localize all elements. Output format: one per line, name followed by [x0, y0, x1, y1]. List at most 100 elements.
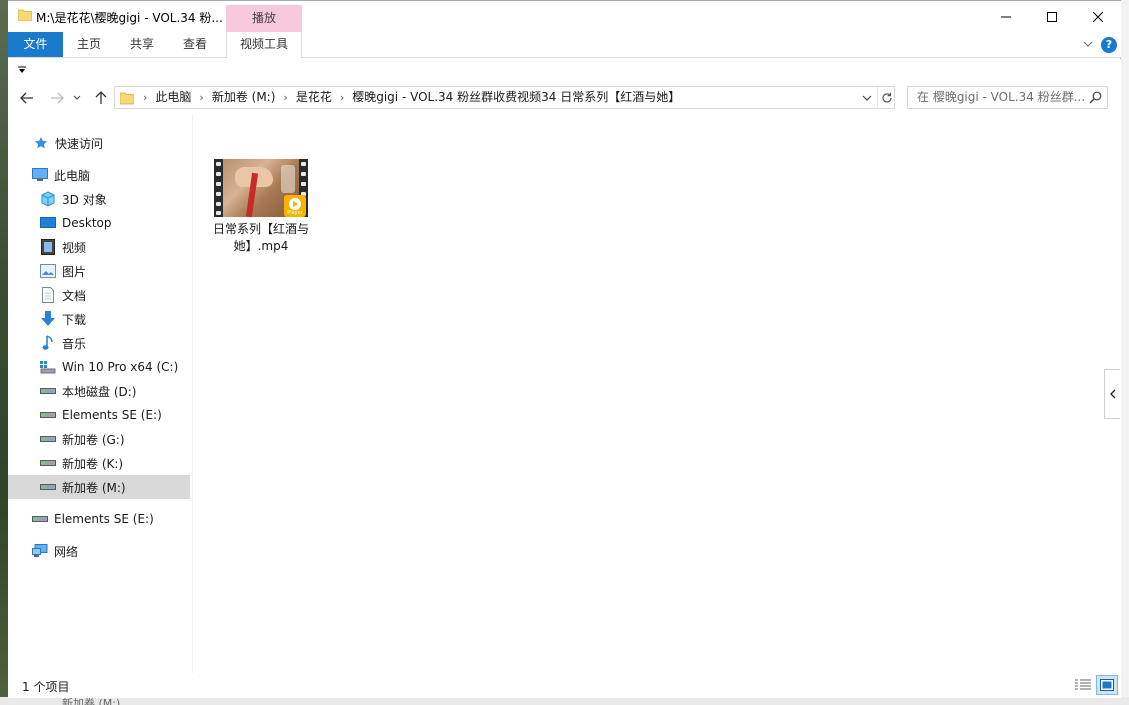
breadcrumb-separator[interactable]: ›: [340, 87, 344, 108]
recent-locations-button[interactable]: [71, 89, 83, 107]
music-icon: [40, 335, 56, 351]
sidebar-item-label: 新加卷 (K:): [62, 456, 124, 471]
drive-icon: [40, 383, 56, 399]
breadcrumb-separator[interactable]: ›: [199, 87, 203, 108]
sidebar-item-label: Elements SE (E:): [62, 408, 162, 422]
file-item-video[interactable]: Player 日常系列【红酒与她】.mp4: [211, 157, 311, 257]
search-box[interactable]: 在 樱晚gigi - VOL.34 粉丝群...: [907, 86, 1108, 109]
search-icon[interactable]: [1089, 91, 1102, 104]
drive-icon: [40, 479, 56, 495]
sidebar-item-label: 视频: [62, 240, 87, 255]
file-name: 日常系列【红酒与她】.mp4: [212, 222, 309, 253]
tab-view[interactable]: 查看: [172, 32, 218, 57]
sidebar-item-this-pc[interactable]: 此电脑: [8, 163, 190, 187]
close-button[interactable]: [1075, 1, 1121, 32]
file-list-view[interactable]: Player 日常系列【红酒与她】.mp4: [193, 115, 1121, 673]
sidebar-item-label: Desktop: [62, 216, 112, 230]
navigation-bar: › 此电脑 › 新加卷 (M:) › 是花花 › 樱晚gigi - VOL.34…: [8, 81, 1121, 115]
large-icons-view-button[interactable]: [1096, 675, 1118, 695]
item-count: 1 个项目: [22, 680, 70, 694]
address-history-button[interactable]: [859, 87, 875, 108]
network-icon: [32, 543, 48, 559]
tab-home[interactable]: 主页: [66, 32, 112, 57]
sidebar-item-pictures[interactable]: 图片: [8, 259, 190, 283]
desktop-taskbar-remnant: 新加卷 (M:): [0, 697, 1129, 705]
sidebar-item-documents[interactable]: 文档: [8, 283, 190, 307]
explorer-window: M:\是花花\樱晚gigi - VOL.34 粉... 播放 文件 主页 共享 …: [8, 0, 1121, 698]
quick-access-toolbar: [8, 59, 1121, 81]
up-button[interactable]: [91, 89, 111, 107]
close-icon: [1093, 11, 1103, 22]
sidebar-item-3d-objects[interactable]: 3D 对象: [8, 187, 190, 211]
star-icon: [33, 135, 49, 151]
back-button[interactable]: [17, 89, 37, 107]
forward-button[interactable]: [47, 89, 67, 107]
arrow-left-icon: [20, 92, 33, 104]
maximize-button[interactable]: [1029, 1, 1075, 32]
sidebar-item-videos[interactable]: 视频: [8, 235, 190, 259]
sidebar-item-external-drive-e[interactable]: Elements SE (E:): [8, 507, 190, 531]
sidebar-item-drive-c[interactable]: Win 10 Pro x64 (C:): [8, 355, 190, 379]
tab-video-tools[interactable]: 视频工具: [226, 32, 302, 58]
ribbon-tabs: 文件 主页 共享 查看 视频工具 ?: [8, 32, 1121, 58]
refresh-button[interactable]: [877, 87, 895, 108]
pictures-icon: [40, 263, 56, 279]
sidebar-item-label: 快速访问: [55, 136, 104, 151]
customize-toolbar-icon[interactable]: [18, 66, 26, 74]
sidebar-item-drive-e[interactable]: Elements SE (E:): [8, 403, 190, 427]
sidebar-item-label: 新加卷 (M:): [62, 480, 126, 495]
search-input[interactable]: 在 樱晚gigi - VOL.34 粉丝群...: [917, 87, 1087, 108]
expand-ribbon-icon[interactable]: [1082, 38, 1094, 50]
sidebar-item-downloads[interactable]: 下载: [8, 307, 190, 331]
breadcrumb-folder-current[interactable]: 樱晚gigi - VOL.34 粉丝群收费视频34 日常系列【红酒与她】: [352, 87, 680, 108]
sidebar-item-desktop[interactable]: Desktop: [8, 211, 190, 235]
preview-pane-toggle[interactable]: [1104, 369, 1120, 419]
drive-icon: [40, 455, 56, 471]
sidebar-item-drive-k[interactable]: 新加卷 (K:): [8, 451, 190, 475]
breadcrumb-folder-parent[interactable]: 是花花: [296, 87, 332, 108]
sidebar-item-drive-m[interactable]: 新加卷 (M:): [8, 475, 190, 499]
tab-file[interactable]: 文件: [8, 32, 63, 57]
drive-icon: [32, 511, 48, 527]
film-strip-left: [214, 159, 223, 217]
arrow-right-icon: [51, 92, 64, 104]
address-bar[interactable]: › 此电脑 › 新加卷 (M:) › 是花花 › 樱晚gigi - VOL.34…: [114, 86, 895, 109]
title-bar[interactable]: M:\是花花\樱晚gigi - VOL.34 粉... 播放: [8, 1, 1121, 32]
large-icons-view-icon: [1100, 679, 1114, 691]
minimize-button[interactable]: [983, 1, 1029, 32]
video-icon: [40, 239, 56, 255]
sidebar-item-label: 图片: [62, 264, 87, 279]
sidebar-item-label: 新加卷 (G:): [62, 432, 125, 447]
documents-icon: [40, 287, 56, 303]
sidebar-item-network[interactable]: 网络: [8, 539, 190, 563]
drive-icon: [40, 431, 56, 447]
desktop-background: [0, 0, 8, 705]
details-view-button[interactable]: [1074, 677, 1092, 693]
sidebar-item-quick-access[interactable]: 快速访问: [8, 131, 190, 155]
download-icon: [40, 311, 56, 327]
breadcrumb-drive-m[interactable]: 新加卷 (M:): [212, 87, 276, 108]
status-bar: 1 个项目: [8, 673, 1121, 698]
breadcrumb-separator[interactable]: ›: [143, 87, 147, 108]
breadcrumb: › 此电脑 › 新加卷 (M:) › 是花花 › 樱晚gigi - VOL.34…: [137, 87, 680, 108]
details-view-icon: [1075, 679, 1091, 690]
arrow-up-icon: [95, 91, 107, 104]
sidebar-item-label: Elements SE (E:): [54, 512, 154, 526]
breadcrumb-this-pc[interactable]: 此电脑: [155, 87, 191, 108]
navigation-pane: 快速访问 此电脑 3D 对象 Desktop 视频 图片 文档 下载 音乐 Wi…: [8, 115, 192, 673]
minimize-icon: [1001, 16, 1011, 17]
sidebar-item-drive-g[interactable]: 新加卷 (G:): [8, 427, 190, 451]
computer-icon: [32, 167, 48, 183]
breadcrumb-separator[interactable]: ›: [283, 87, 287, 108]
chevron-down-icon: [862, 95, 872, 101]
help-icon[interactable]: ?: [1101, 37, 1117, 53]
folder-icon: [18, 9, 32, 21]
sidebar-item-music[interactable]: 音乐: [8, 331, 190, 355]
cube-icon: [40, 191, 56, 207]
contextual-tab-group-play[interactable]: 播放: [226, 5, 302, 32]
sidebar-item-drive-d[interactable]: 本地磁盘 (D:): [8, 379, 190, 403]
desktop-icon: [40, 215, 56, 231]
sidebar-item-label: 文档: [62, 288, 87, 303]
system-drive-icon: [40, 359, 56, 375]
tab-share[interactable]: 共享: [119, 32, 165, 57]
